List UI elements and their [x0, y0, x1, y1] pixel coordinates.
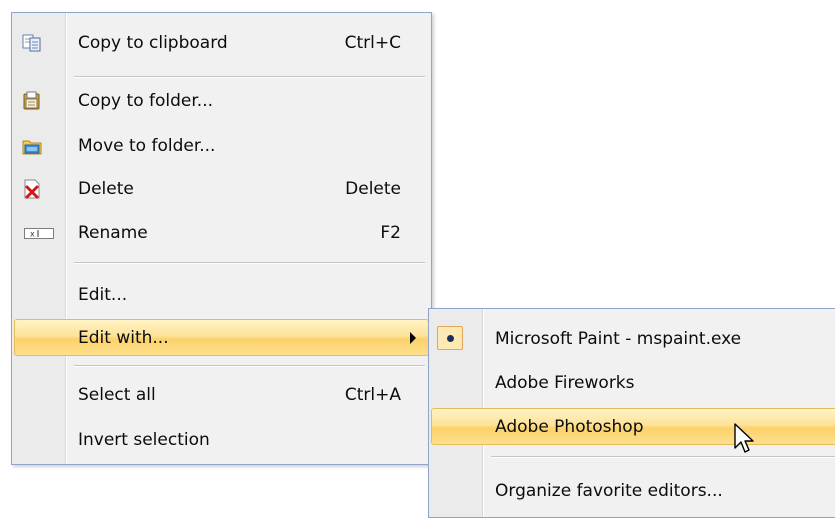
- menu-item-invert-selection[interactable]: Invert selection: [14, 422, 429, 458]
- menu-separator: [491, 456, 835, 458]
- context-menu: Copy to clipboard Ctrl+C Copy to folder.…: [11, 12, 432, 465]
- menu-item-edit-with[interactable]: Edit with...: [14, 319, 429, 356]
- menu-item-label: Adobe Photoshop: [495, 417, 644, 437]
- submenu-item-organize-favorite-editors[interactable]: Organize favorite editors...: [431, 473, 835, 509]
- menu-item-label: Organize favorite editors...: [495, 481, 723, 501]
- menu-item-copy-to-clipboard[interactable]: Copy to clipboard Ctrl+C: [14, 25, 429, 61]
- edit-with-submenu: Microsoft Paint - mspaint.exe Adobe Fire…: [428, 308, 835, 518]
- menu-item-label: Copy to folder...: [78, 91, 213, 111]
- menu-item-label: Select all: [78, 385, 156, 405]
- menu-separator: [74, 76, 425, 78]
- radio-check-icon: [437, 326, 463, 350]
- submenu-item-adobe-photoshop[interactable]: Adobe Photoshop: [431, 408, 835, 445]
- svg-text:x: x: [30, 230, 35, 239]
- menu-item-label: Rename: [78, 223, 148, 243]
- shortcut-label: F2: [380, 223, 401, 243]
- menu-item-copy-to-folder[interactable]: Copy to folder...: [14, 83, 429, 119]
- menu-item-move-to-folder[interactable]: Move to folder...: [14, 128, 429, 164]
- menu-item-edit[interactable]: Edit...: [14, 277, 429, 313]
- menu-item-select-all[interactable]: Select all Ctrl+A: [14, 377, 429, 413]
- submenu-item-microsoft-paint[interactable]: Microsoft Paint - mspaint.exe: [431, 321, 835, 357]
- submenu-item-adobe-fireworks[interactable]: Adobe Fireworks: [431, 365, 835, 401]
- menu-item-label: Adobe Fireworks: [495, 373, 635, 393]
- delete-icon: [21, 178, 43, 200]
- move-to-folder-icon: [21, 135, 43, 157]
- rename-icon: x: [24, 225, 54, 239]
- menu-item-label: Copy to clipboard: [78, 33, 228, 53]
- submenu-arrow-icon: [410, 332, 416, 344]
- copy-to-folder-icon: [21, 90, 43, 112]
- menu-item-label: Delete: [78, 179, 134, 199]
- shortcut-label: Ctrl+C: [344, 33, 401, 53]
- shortcut-label: Ctrl+A: [344, 385, 401, 405]
- copy-icon: [21, 32, 43, 54]
- menu-item-label: Move to folder...: [78, 136, 216, 156]
- menu-item-delete[interactable]: Delete Delete: [14, 171, 429, 207]
- menu-separator: [74, 262, 425, 264]
- menu-item-label: Invert selection: [78, 430, 210, 450]
- menu-item-rename[interactable]: x Rename F2: [14, 215, 429, 251]
- shortcut-label: Delete: [345, 179, 401, 199]
- mouse-cursor-icon: [734, 423, 756, 457]
- menu-item-label: Edit...: [78, 285, 128, 305]
- menu-item-label: Microsoft Paint - mspaint.exe: [495, 329, 742, 349]
- menu-separator: [74, 365, 425, 367]
- menu-item-label: Edit with...: [78, 328, 169, 348]
